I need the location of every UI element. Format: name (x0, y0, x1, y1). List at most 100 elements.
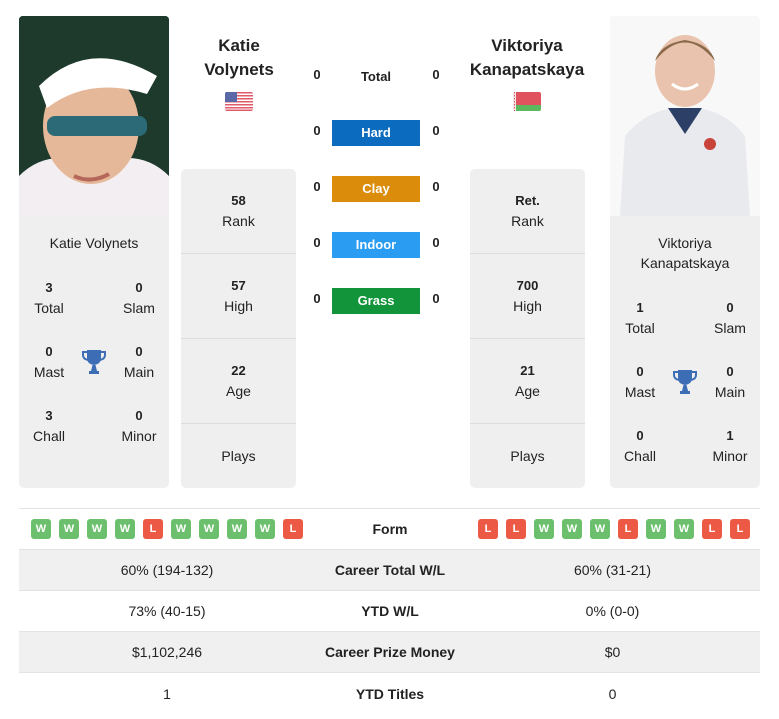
form-win-badge[interactable]: W (534, 519, 554, 539)
surface-clay-badge[interactable]: Clay (332, 176, 420, 202)
stat-plays-label: Plays (510, 448, 545, 464)
titles-total-value: 1 (636, 300, 644, 315)
player-left-name-heading[interactable]: Katie Volynets (169, 34, 309, 82)
h2h-hard-left-count: 0 (313, 123, 321, 138)
form-loss-badge[interactable]: L (618, 519, 638, 539)
h2h-row-grass: 0 Grass 0 (305, 288, 450, 314)
form-loss-badge[interactable]: L (506, 519, 526, 539)
stat-rank: Ret. Rank (470, 169, 585, 254)
h2h-total-left-count: 0 (313, 67, 321, 82)
h2h-grass-right-count: 0 (432, 291, 440, 306)
form-win-badge[interactable]: W (590, 519, 610, 539)
h2h-clay-left-count: 0 (313, 179, 321, 194)
stat-age: 22 Age (181, 339, 296, 424)
player-right-name-heading[interactable]: Viktoriya Kanapatskaya (457, 34, 597, 82)
player-left-photo (19, 16, 169, 216)
table-row-ytd-wl: 73% (40-15) YTD W/L 0% (0-0) (19, 591, 760, 632)
stat-rank: 58 Rank (181, 169, 296, 254)
form-win-badge[interactable]: W (255, 519, 275, 539)
titles-mast-value: 0 (636, 364, 644, 379)
stat-high-value: 57 (231, 278, 246, 293)
stat-age: 21 Age (470, 339, 585, 424)
stat-high: 57 High (181, 254, 296, 339)
left-value: 1 (163, 685, 171, 702)
stat-age-label: Age (515, 383, 540, 399)
usa-flag-icon (225, 92, 253, 111)
titles-total-value: 3 (45, 280, 53, 295)
right-value: $0 (604, 644, 621, 660)
titles-chall-value: 3 (45, 408, 53, 423)
titles-grid: 3 Total 0 Slam 0 Mast 0 Main 3 Chall 0 Minor (19, 278, 169, 470)
player-right-name-line1: Viktoriya (658, 235, 712, 251)
player-left-stats-card: 58 Rank 57 High 22 Age Plays (181, 169, 296, 488)
right-value: 0% (0-0) (585, 603, 640, 619)
form-loss-badge[interactable]: L (702, 519, 722, 539)
right-value: 60% (31-21) (573, 562, 652, 578)
form-loss-badge[interactable]: L (143, 519, 163, 539)
titles-total-label: Total (625, 320, 655, 336)
trophy-icon (82, 350, 106, 374)
h2h-hard-right-count: 0 (432, 123, 440, 138)
titles-chall-label: Chall (33, 428, 65, 444)
player-left-name[interactable]: Katie Volynets (19, 233, 169, 253)
stat-rank-label: Rank (511, 213, 544, 229)
h2h-grass-left-count: 0 (313, 291, 321, 306)
form-loss-badge[interactable]: L (730, 519, 750, 539)
player-right-photo (610, 16, 760, 216)
h2h-indoor-right-count: 0 (432, 235, 440, 250)
h2h-indoor-left-count: 0 (313, 235, 321, 250)
titles-total: 3 Total (19, 278, 79, 318)
stat-rank-value: 58 (231, 193, 246, 208)
stat-high-label: High (224, 298, 253, 314)
h2h-row-total: 0 Total 0 (305, 64, 450, 90)
stat-high-value: 700 (516, 278, 539, 293)
form-win-badge[interactable]: W (59, 519, 79, 539)
stat-plays: Plays (470, 424, 585, 488)
left-value: 60% (194-132) (120, 562, 214, 578)
row-label: Career Total W/L (334, 562, 446, 578)
form-win-badge[interactable]: W (87, 519, 107, 539)
titles-chall: 3 Chall (19, 406, 79, 446)
h2h-row-hard: 0 Hard 0 (305, 120, 450, 146)
form-win-badge[interactable]: W (31, 519, 51, 539)
titles-slam: 0 Slam (109, 278, 169, 318)
form-loss-badge[interactable]: L (478, 519, 498, 539)
player-right-name[interactable]: Viktoriya Kanapatskaya (610, 233, 760, 273)
titles-main-value: 0 (726, 364, 734, 379)
titles-slam-label: Slam (123, 300, 155, 316)
form-loss-badge[interactable]: L (283, 519, 303, 539)
player-right-stats-card: Ret. Rank 700 High 21 Age Plays (470, 169, 585, 488)
stat-age-value: 21 (520, 363, 535, 378)
stat-age-value: 22 (231, 363, 246, 378)
stat-plays: Plays (181, 424, 296, 488)
surface-indoor-badge[interactable]: Indoor (332, 232, 420, 258)
form-row: WWWWLWWWWL Form LLWWWLWWLL (19, 509, 760, 550)
form-win-badge[interactable]: W (227, 519, 247, 539)
titles-mast-label: Mast (33, 364, 65, 380)
titles-mast-label: Mast (624, 384, 656, 400)
form-win-badge[interactable]: W (562, 519, 582, 539)
titles-slam-label: Slam (714, 320, 746, 336)
form-win-badge[interactable]: W (674, 519, 694, 539)
titles-main-value: 0 (135, 344, 143, 359)
titles-minor: 1 Minor (700, 426, 760, 466)
titles-slam: 0 Slam (700, 298, 760, 338)
titles-total-label: Total (34, 300, 64, 316)
surface-grass-badge[interactable]: Grass (332, 288, 420, 314)
left-value: 73% (40-15) (128, 603, 206, 619)
h2h-row-clay: 0 Clay 0 (305, 176, 450, 202)
form-win-badge[interactable]: W (646, 519, 666, 539)
titles-grid: 1 Total 0 Slam 0 Mast 0 Main 0 Chall 1 Minor (610, 298, 760, 490)
table-row-career-prize-money: $1,102,246 Career Prize Money $0 (19, 632, 760, 673)
viktoriya-kanapatskaya-photo-image (610, 16, 760, 216)
belarus-flag-icon (513, 92, 541, 111)
form-win-badge[interactable]: W (171, 519, 191, 539)
stat-age-label: Age (226, 383, 251, 399)
form-win-badge[interactable]: W (115, 519, 135, 539)
row-label: YTD W/L (361, 603, 419, 619)
titles-main-label: Main (714, 384, 746, 400)
stat-high: 700 High (470, 254, 585, 339)
row-label: YTD Titles (355, 685, 425, 702)
surface-hard-badge[interactable]: Hard (332, 120, 420, 146)
form-win-badge[interactable]: W (199, 519, 219, 539)
